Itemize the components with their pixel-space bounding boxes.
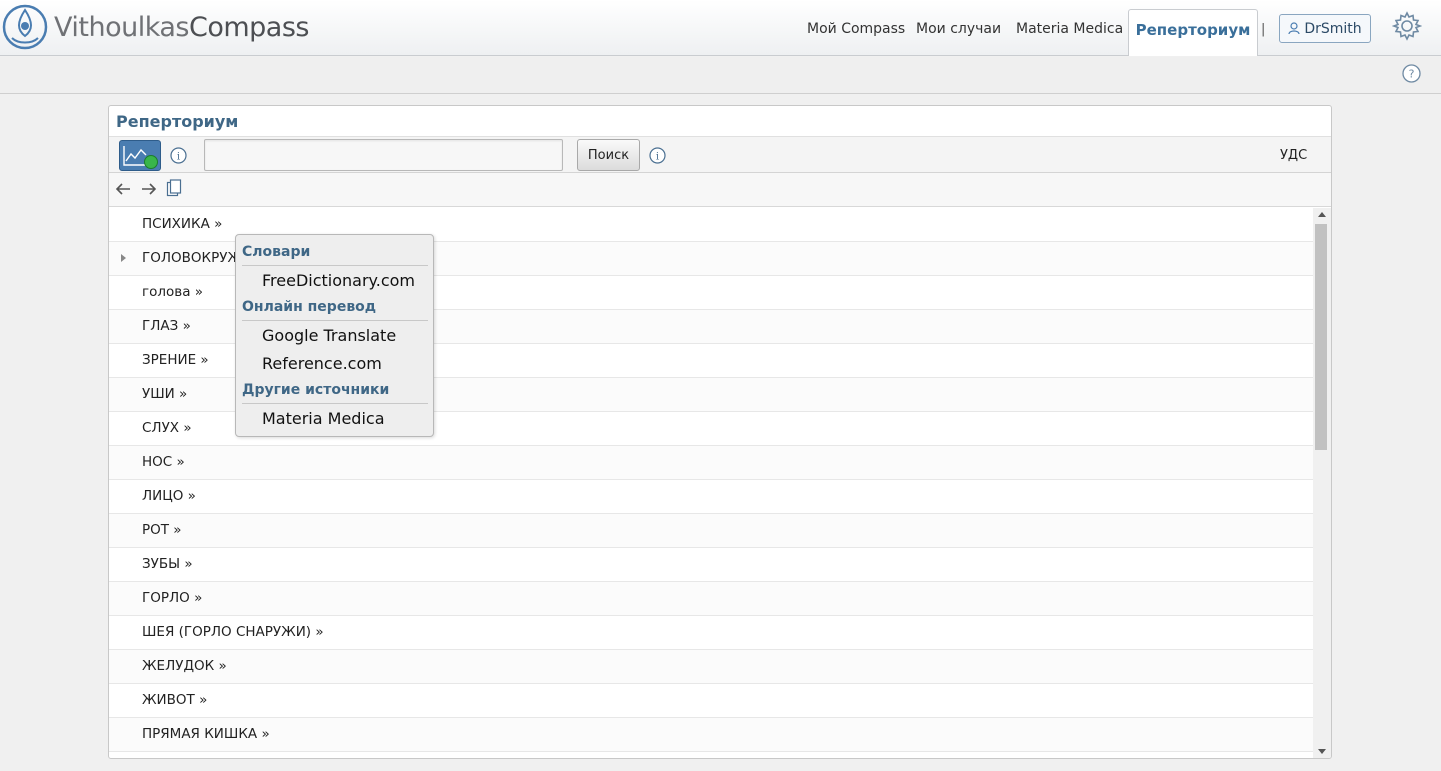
list-item[interactable]: НОС »: [109, 446, 1313, 480]
list-item[interactable]: ЖЕЛУДОК »: [109, 650, 1313, 684]
gear-icon[interactable]: [1392, 11, 1422, 41]
menu-heading-other-sources: Другие источники: [242, 382, 390, 398]
history-toolbar: [109, 173, 1331, 207]
scroll-thumb[interactable]: [1315, 224, 1327, 450]
chart-icon: [123, 146, 158, 169]
nav-materia-medica[interactable]: Materia Medica: [1016, 9, 1123, 50]
search-toolbar: i Поиск i УДС: [109, 136, 1331, 173]
back-arrow-icon[interactable]: [114, 181, 132, 197]
menu-item-reference[interactable]: Reference.com: [262, 354, 382, 373]
menu-divider: [242, 265, 428, 266]
list-item[interactable]: ЛИЦО »: [109, 480, 1313, 514]
info-icon[interactable]: i: [649, 147, 666, 164]
menu-item-freedictionary[interactable]: FreeDictionary.com: [262, 271, 415, 290]
nav-separator: |: [1261, 22, 1266, 37]
menu-divider: [242, 403, 428, 404]
scroll-down-icon[interactable]: [1318, 749, 1326, 754]
nav-my-compass[interactable]: Мой Compass: [807, 9, 905, 50]
menu-divider: [242, 320, 428, 321]
scroll-up-icon[interactable]: [1318, 212, 1326, 217]
user-button[interactable]: DrSmith: [1279, 14, 1371, 43]
list-item[interactable]: РОТ »: [109, 514, 1313, 548]
svg-text:i: i: [656, 152, 659, 163]
logo[interactable]: VithoulkasCompass: [2, 3, 309, 51]
copy-icon[interactable]: [166, 179, 183, 197]
menu-item-google-translate[interactable]: Google Translate: [262, 326, 396, 345]
svg-text:i: i: [177, 152, 180, 163]
menu-heading-dictionaries: Словари: [242, 244, 311, 260]
logo-icon: [2, 4, 48, 50]
nav-my-cases[interactable]: Мои случаи: [916, 9, 1001, 50]
scrollbar[interactable]: [1313, 208, 1331, 758]
context-menu: Словари FreeDictionary.com Онлайн перево…: [235, 234, 434, 437]
expand-icon[interactable]: [121, 254, 126, 262]
list-item[interactable]: ШЕЯ (ГОРЛО СНАРУЖИ) »: [109, 616, 1313, 650]
menu-item-materia-medica[interactable]: Materia Medica: [262, 409, 385, 428]
svg-text:?: ?: [1409, 68, 1415, 81]
forward-arrow-icon[interactable]: [140, 181, 158, 197]
help-icon[interactable]: ?: [1402, 64, 1421, 83]
user-icon: [1288, 22, 1300, 35]
menu-heading-online-translation: Онлайн перевод: [242, 299, 377, 315]
user-name: DrSmith: [1304, 20, 1362, 37]
list-item[interactable]: ЖИВОТ »: [109, 684, 1313, 718]
chart-button[interactable]: [119, 140, 161, 171]
top-bar: VithoulkasCompass Мой Compass Мои случаи…: [0, 0, 1441, 56]
panel-title: Реперториум: [116, 112, 239, 131]
nav-repertory-tab[interactable]: Реперториум: [1128, 9, 1258, 56]
search-button[interactable]: Поиск: [577, 139, 640, 171]
list-item[interactable]: ЗУБЫ »: [109, 548, 1313, 582]
info-icon[interactable]: i: [170, 147, 187, 164]
list-item[interactable]: ГОРЛО »: [109, 582, 1313, 616]
logo-text: VithoulkasCompass: [54, 11, 309, 43]
list-item[interactable]: ПРЯМАЯ КИШКА »: [109, 718, 1313, 752]
uds-link[interactable]: УДС: [1280, 148, 1307, 163]
search-input[interactable]: [204, 139, 563, 171]
sub-bar: [0, 57, 1441, 94]
